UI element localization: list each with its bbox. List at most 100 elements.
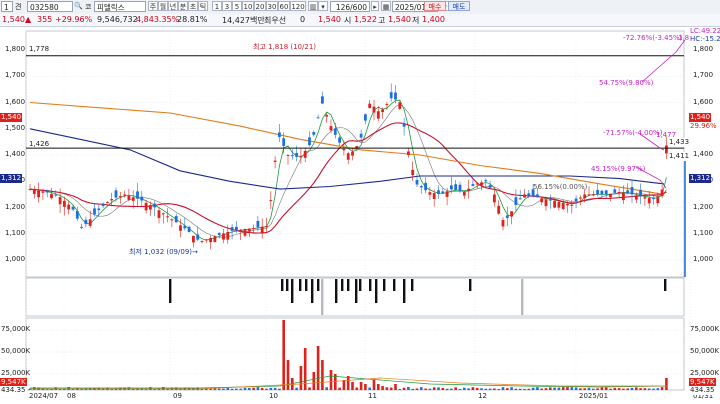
candle-body	[364, 114, 367, 121]
volume-bar	[338, 387, 341, 390]
volume-bar	[566, 387, 569, 390]
candle-body	[398, 102, 402, 109]
volume-bar	[312, 372, 316, 390]
candle-body	[505, 215, 509, 219]
price-axis-tick: 1,600	[5, 97, 26, 106]
candle-body	[488, 185, 492, 188]
volume-bar	[273, 388, 277, 390]
candle-body	[338, 137, 341, 143]
volume-bar	[252, 387, 255, 390]
volume-bar	[445, 388, 449, 390]
candle-body	[368, 103, 372, 109]
candle-body	[161, 213, 165, 215]
ma20-line	[29, 122, 667, 234]
candle-body	[647, 198, 651, 204]
date-axis-tick: 12	[478, 392, 487, 400]
volume-ratio-left-tag: 434.35	[0, 386, 27, 395]
candle-body	[419, 186, 423, 188]
price-axis-tick: 1,200	[693, 202, 714, 211]
volume-bar	[359, 382, 363, 390]
signal-bar	[521, 279, 524, 315]
volume-bar	[321, 360, 324, 390]
stock-chart[interactable]	[0, 0, 720, 404]
candle-body	[50, 194, 53, 199]
candle-body	[342, 148, 346, 151]
volume-bar	[557, 387, 561, 390]
volume-bar	[630, 387, 634, 390]
volume-bar	[471, 387, 475, 390]
signal-bar	[383, 279, 386, 291]
signal-bar	[291, 279, 294, 303]
candle-body	[574, 198, 578, 202]
volume-bar	[467, 388, 470, 390]
volume-bar	[549, 387, 552, 390]
price-axis-tick: 1,200	[5, 202, 26, 211]
volume-bar	[527, 388, 531, 390]
candle-body	[630, 187, 634, 195]
candle-body	[303, 150, 307, 158]
volume-bar	[368, 387, 371, 390]
candle-body	[441, 191, 445, 194]
volume-bar	[411, 388, 414, 390]
volume-bar	[217, 388, 221, 390]
candle-body	[583, 194, 587, 199]
candle-body	[93, 208, 96, 215]
candle-body	[544, 199, 548, 207]
candle-body	[260, 226, 264, 233]
volume-bar	[488, 388, 492, 390]
candle-body	[471, 184, 475, 186]
date-axis-tick: 11	[368, 392, 377, 400]
volume-bar	[230, 388, 234, 390]
volume-bar	[286, 360, 290, 390]
signal-bar	[403, 279, 406, 303]
volume-bar	[510, 387, 513, 390]
volume-bar	[424, 388, 427, 390]
overlay-lines	[26, 39, 686, 277]
candle-body	[41, 191, 45, 193]
volume-bar	[260, 387, 264, 390]
candle-body	[295, 152, 298, 157]
pct-annotation-d: 45.15%(9.97%)	[591, 165, 646, 173]
hline-mid-label: 1,426	[29, 140, 50, 148]
candle-body	[587, 194, 591, 196]
candle-body	[394, 92, 397, 100]
signal-bar	[341, 279, 344, 291]
volume-bar	[402, 387, 406, 390]
volume-bar	[282, 320, 285, 390]
candle-body	[118, 196, 122, 198]
candle-body	[514, 197, 518, 206]
candle-body	[351, 151, 354, 156]
candle-body	[67, 204, 71, 210]
candle-body	[290, 155, 294, 157]
volume-bar	[299, 366, 303, 390]
right-1411-label: 1,411	[668, 152, 691, 161]
volume-bar	[351, 382, 354, 390]
volume-axis-tick: 50,000K	[690, 347, 720, 355]
candle-body	[325, 114, 329, 117]
candle-body	[333, 128, 337, 135]
candle-body	[385, 103, 389, 105]
price-axis-tick: 1,700	[693, 71, 714, 80]
candle-body	[179, 225, 182, 231]
candle-body	[230, 227, 234, 231]
candle-body	[204, 239, 208, 241]
candle-body	[235, 226, 238, 231]
signal-bar	[347, 279, 350, 291]
signal-bar	[169, 279, 172, 303]
date-axis-tick: 09	[173, 392, 182, 400]
volume-axis-tick: 25,000K	[690, 369, 720, 377]
volume-bar	[149, 387, 152, 390]
price-axis-tick: 1,800	[5, 45, 26, 53]
volume-bar	[248, 387, 251, 390]
candle-body	[200, 240, 204, 242]
volume-bar	[600, 387, 604, 390]
candle-body	[45, 190, 49, 193]
moving-averages	[29, 99, 667, 241]
candle-body	[462, 191, 466, 196]
candle-body	[600, 190, 604, 195]
candle-body	[548, 199, 552, 201]
candle-body	[88, 219, 92, 226]
candle-body	[187, 226, 191, 233]
candle-body	[566, 203, 569, 206]
signal-bar	[411, 279, 414, 291]
